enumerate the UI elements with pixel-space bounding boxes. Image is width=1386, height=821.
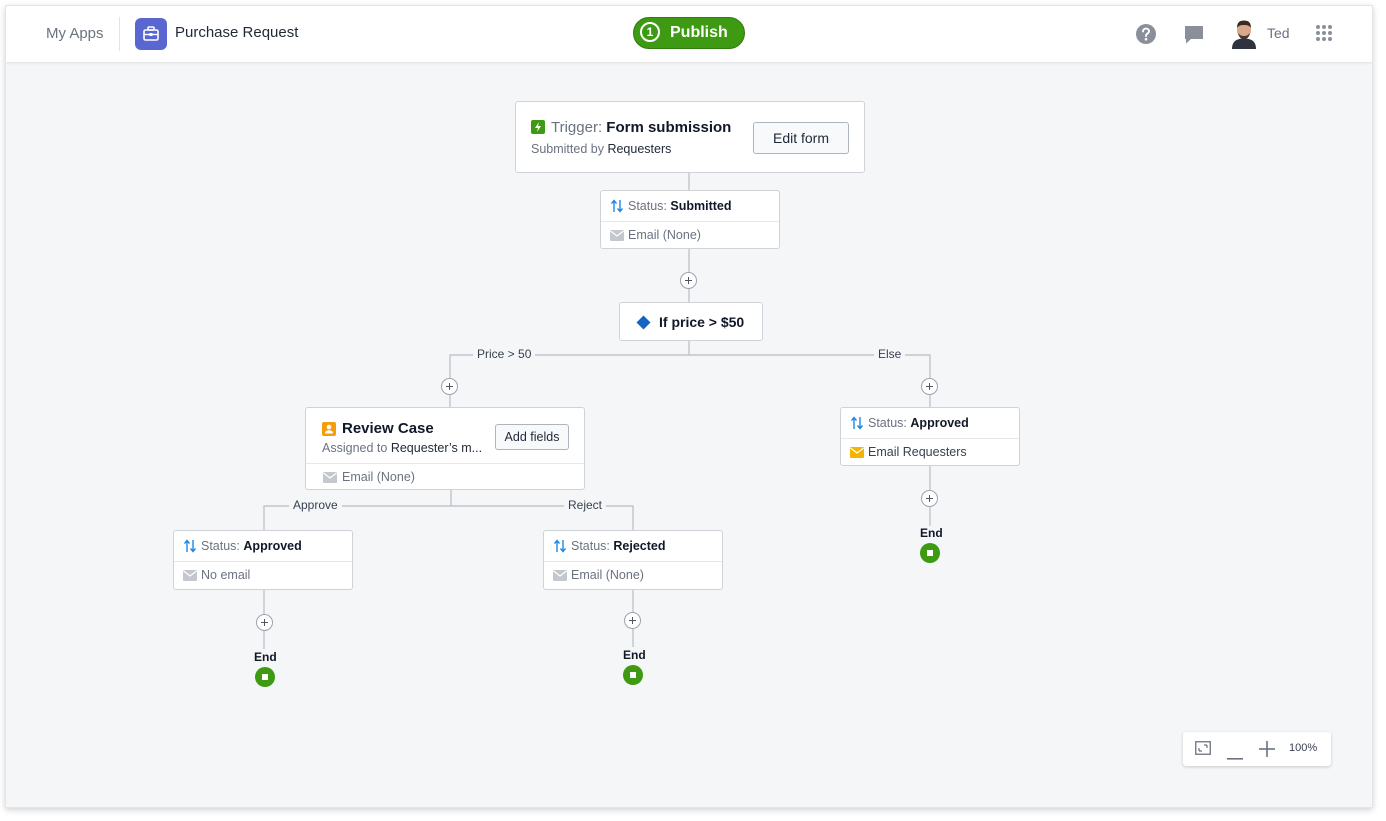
end-label: End [623, 648, 646, 662]
email-text: Email (None) [571, 568, 644, 582]
top-bar: My Apps Purchase Request 1 Publish Ted [6, 6, 1372, 62]
review-case-card[interactable]: Review Case Assigned to Requester’s m...… [305, 407, 585, 490]
trigger-subtitle: Submitted by Requesters [531, 142, 671, 156]
end-label: End [920, 526, 943, 540]
help-icon[interactable] [1135, 23, 1157, 50]
email-icon [610, 230, 624, 244]
zoom-out-icon[interactable] [1227, 747, 1243, 765]
chat-icon[interactable] [1183, 24, 1205, 51]
status-prefix: Status: [868, 416, 907, 430]
end-node-icon [623, 665, 643, 685]
app-title: Purchase Request [175, 24, 299, 41]
publish-button[interactable]: 1 Publish [633, 17, 745, 49]
branch-label-price: Price > 50 [473, 347, 536, 361]
status-value: Approved [910, 416, 969, 430]
assigned-value: Requester’s m... [390, 441, 483, 455]
submitted-by-prefix: Submitted by [531, 142, 604, 156]
status-arrows-icon [553, 539, 567, 556]
email-row: No email [174, 561, 352, 590]
email-text: Email (None) [628, 228, 701, 242]
connector-lines [263, 173, 931, 649]
status-text: Status: Approved [201, 539, 302, 553]
add-step-button[interactable] [441, 378, 458, 395]
status-value: Approved [243, 539, 302, 553]
status-value: Rejected [613, 539, 666, 553]
lightning-icon [531, 120, 545, 139]
status-arrows-icon [850, 416, 864, 433]
status-submitted-card[interactable]: Status: Submitted Email (None) [600, 190, 780, 249]
email-text: No email [201, 568, 251, 582]
email-row: Email (None) [306, 463, 584, 491]
publish-label: Publish [670, 24, 728, 41]
add-step-button[interactable] [680, 272, 697, 289]
status-prefix: Status: [628, 199, 667, 213]
email-text: Email Requesters [868, 445, 967, 459]
end-node-icon [920, 543, 940, 563]
email-icon [850, 447, 864, 461]
add-step-button[interactable] [921, 490, 938, 507]
trigger-card[interactable]: Trigger: Form submission Submitted by Re… [515, 101, 865, 173]
status-row: Status: Rejected [544, 531, 722, 561]
avatar[interactable] [1231, 19, 1257, 49]
app-window: My Apps Purchase Request 1 Publish Ted T… [5, 5, 1373, 808]
condition-card[interactable]: If price > $50 [619, 302, 763, 341]
email-icon [323, 472, 337, 486]
status-text: Status: Submitted [628, 199, 732, 213]
end-node-icon [255, 667, 275, 687]
end-label: End [254, 650, 277, 664]
trigger-title: Trigger: Form submission [551, 119, 731, 136]
diamond-icon [636, 315, 651, 335]
add-fields-button[interactable]: Add fields [495, 424, 569, 450]
status-text: Status: Approved [868, 416, 969, 430]
edit-form-button[interactable]: Edit form [753, 122, 849, 154]
trigger-name: Form submission [606, 119, 732, 136]
email-icon [553, 570, 567, 584]
zoom-level: 100% [1289, 742, 1318, 754]
branch-label-else: Else [874, 347, 906, 361]
zoom-controls: 100% [1183, 732, 1331, 766]
trigger-prefix: Trigger: [551, 119, 603, 136]
status-text: Status: Rejected [571, 539, 666, 553]
add-step-button[interactable] [624, 612, 641, 629]
my-apps-link[interactable]: My Apps [46, 25, 104, 42]
email-row: Email Requesters [841, 438, 1019, 467]
branch-label-approve: Approve [289, 498, 342, 512]
status-approved-card[interactable]: Status: Approved Email Requesters [840, 407, 1020, 466]
app-grid-icon[interactable] [1315, 24, 1333, 47]
email-icon [183, 570, 197, 584]
review-case-title: Review Case [342, 420, 434, 437]
status-arrows-icon [610, 199, 624, 216]
toolbox-icon [135, 18, 167, 50]
add-step-button[interactable] [921, 378, 938, 395]
add-step-button[interactable] [256, 614, 273, 631]
zoom-in-icon[interactable] [1259, 741, 1275, 762]
email-row: Email (None) [601, 221, 779, 250]
status-prefix: Status: [571, 539, 610, 553]
status-row: Status: Approved [174, 531, 352, 561]
email-row: Email (None) [544, 561, 722, 590]
condition-label: If price > $50 [659, 314, 745, 330]
status-arrows-icon [183, 539, 197, 556]
status-row: Status: Submitted [601, 191, 779, 221]
user-name[interactable]: Ted [1267, 25, 1290, 41]
fit-to-screen-icon[interactable] [1195, 741, 1211, 760]
email-text: Email (None) [342, 470, 415, 484]
status-rejected-card[interactable]: Status: Rejected Email (None) [543, 530, 723, 590]
assigned-prefix: Assigned to [322, 441, 388, 455]
status-value: Submitted [670, 199, 732, 213]
workflow-canvas[interactable]: Trigger: Form submission Submitted by Re… [6, 62, 1372, 807]
submitted-by-value: Requesters [607, 142, 672, 156]
person-task-icon [322, 422, 336, 441]
status-prefix: Status: [201, 539, 240, 553]
assigned-to-text: Assigned to Requester’s m... [322, 441, 482, 455]
status-approved-card[interactable]: Status: Approved No email [173, 530, 353, 590]
status-row: Status: Approved [841, 408, 1019, 438]
branch-label-reject: Reject [564, 498, 607, 512]
header-divider [119, 17, 120, 51]
publish-count-badge: 1 [640, 22, 660, 42]
